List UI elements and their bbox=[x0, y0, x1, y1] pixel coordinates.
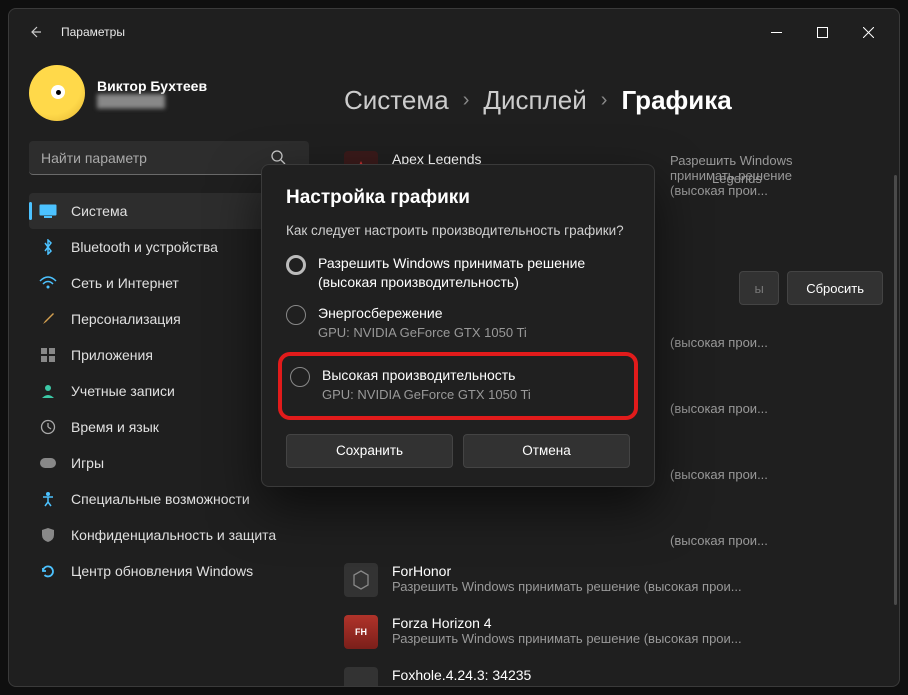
user-email: ████████ bbox=[97, 94, 207, 108]
dialog-question: Как следует настроить производительность… bbox=[286, 223, 630, 238]
reset-button[interactable]: Сбросить bbox=[787, 271, 883, 305]
app-row[interactable]: (высокая прои... bbox=[670, 335, 860, 350]
cancel-button[interactable]: Отмена bbox=[463, 434, 630, 468]
nav-label: Конфиденциальность и защита bbox=[71, 527, 276, 543]
game-icon bbox=[39, 454, 57, 472]
clock-icon bbox=[39, 418, 57, 436]
nav-label: Время и язык bbox=[71, 419, 159, 435]
app-icon: FH bbox=[344, 615, 378, 649]
app-row[interactable]: FH Forza Horizon 4Разрешить Windows прин… bbox=[344, 615, 854, 649]
scrollbar[interactable] bbox=[894, 175, 897, 605]
nav-label: Игры bbox=[71, 455, 104, 471]
dialog-title: Настройка графики bbox=[286, 187, 630, 209]
crumb-system[interactable]: Система bbox=[344, 85, 449, 116]
app-icon bbox=[344, 563, 378, 597]
app-row[interactable]: (высокая прои... bbox=[670, 533, 860, 548]
brush-icon bbox=[39, 310, 57, 328]
options-button[interactable]: ы bbox=[739, 271, 779, 305]
highlight-annotation: Высокая производительность GPU: NVIDIA Ge… bbox=[278, 352, 638, 420]
user-account[interactable]: Виктор Бухтеев ████████ bbox=[29, 65, 306, 121]
crumb-graphics: Графика bbox=[621, 85, 731, 116]
app-row[interactable]: ForHonorРазрешить Windows принимать реше… bbox=[344, 563, 854, 597]
app-row[interactable]: (высокая прои... bbox=[670, 401, 860, 416]
app-description: (высокая прои... bbox=[670, 401, 768, 416]
save-button[interactable]: Сохранить bbox=[286, 434, 453, 468]
app-row[interactable]: (высокая прои... bbox=[670, 467, 860, 482]
radio-icon bbox=[286, 305, 306, 325]
radio-icon bbox=[290, 367, 310, 387]
window-title: Параметры bbox=[61, 25, 125, 39]
nav-windows-update[interactable]: Центр обновления Windows bbox=[29, 553, 306, 589]
graphics-preference-dialog: Настройка графики Как следует настроить … bbox=[261, 164, 655, 487]
app-description: (высокая прои... bbox=[670, 533, 768, 548]
app-name: ForHonor bbox=[392, 563, 742, 579]
user-icon bbox=[39, 382, 57, 400]
user-name: Виктор Бухтеев bbox=[97, 78, 207, 94]
bluetooth-icon bbox=[39, 238, 57, 256]
avatar bbox=[29, 65, 85, 121]
nav-accessibility[interactable]: Специальные возможности bbox=[29, 481, 306, 517]
minimize-button[interactable] bbox=[753, 16, 799, 48]
option-let-windows-decide[interactable]: Разрешить Windows принимать решение (выс… bbox=[286, 254, 630, 292]
app-description: (высокая прои... bbox=[670, 467, 768, 482]
app-description: Разрешить Windows принимать решение (выс… bbox=[392, 579, 742, 594]
nav-label: Специальные возможности bbox=[71, 491, 250, 507]
option-power-saving[interactable]: Энергосбережение GPU: NVIDIA GeForce GTX … bbox=[286, 304, 630, 340]
app-icon bbox=[344, 667, 378, 686]
nav-label: Bluetooth и устройства bbox=[71, 239, 218, 255]
nav-label: Центр обновления Windows bbox=[71, 563, 253, 579]
app-name: Foxhole.4.24.3: 34235 bbox=[392, 667, 531, 683]
breadcrumb: Система › Дисплей › Графика bbox=[344, 85, 889, 116]
chevron-right-icon: › bbox=[601, 89, 608, 112]
nav-label: Учетные записи bbox=[71, 383, 175, 399]
app-description: Разрешить Windows принимать решение (выс… bbox=[392, 631, 742, 646]
option-label: Разрешить Windows принимать решение (выс… bbox=[318, 254, 630, 292]
option-label: Высокая производительность bbox=[322, 366, 531, 385]
nav-label: Сеть и Интернет bbox=[71, 275, 179, 291]
maximize-button[interactable] bbox=[799, 16, 845, 48]
wifi-icon bbox=[39, 274, 57, 292]
option-gpu: GPU: NVIDIA GeForce GTX 1050 Ti bbox=[318, 325, 527, 340]
option-label: Энергосбережение bbox=[318, 304, 527, 323]
nav-label: Система bbox=[71, 203, 127, 219]
shield-icon bbox=[39, 526, 57, 544]
option-high-performance[interactable]: Высокая производительность GPU: NVIDIA Ge… bbox=[290, 366, 622, 402]
radio-icon bbox=[286, 255, 306, 275]
apps-icon bbox=[39, 346, 57, 364]
option-gpu: GPU: NVIDIA GeForce GTX 1050 Ti bbox=[322, 387, 531, 402]
update-icon bbox=[39, 562, 57, 580]
app-name: Forza Horizon 4 bbox=[392, 615, 742, 631]
desktop-icon bbox=[39, 202, 57, 220]
back-button[interactable] bbox=[23, 20, 47, 44]
accessibility-icon bbox=[39, 490, 57, 508]
close-button[interactable] bbox=[845, 16, 891, 48]
nav-privacy[interactable]: Конфиденциальность и защита bbox=[29, 517, 306, 553]
app-extra: Legends bbox=[712, 171, 762, 186]
app-row[interactable]: Foxhole.4.24.3: 34235 bbox=[344, 667, 854, 686]
crumb-display[interactable]: Дисплей bbox=[483, 85, 586, 116]
nav-label: Персонализация bbox=[71, 311, 181, 327]
app-description: (высокая прои... bbox=[670, 335, 768, 350]
nav-label: Приложения bbox=[71, 347, 153, 363]
chevron-right-icon: › bbox=[463, 89, 470, 112]
